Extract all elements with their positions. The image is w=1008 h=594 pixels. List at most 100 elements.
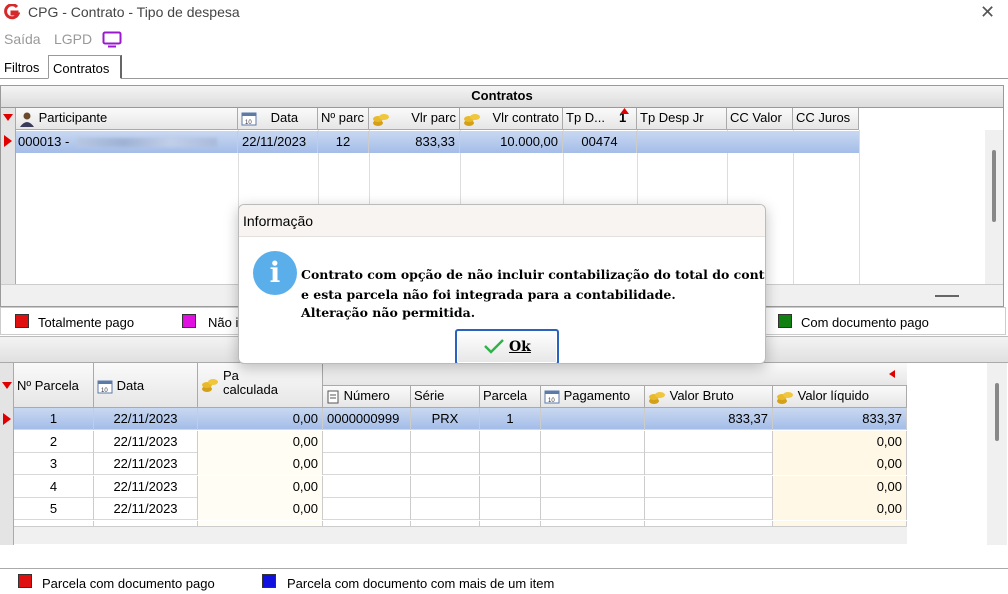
- cell-serie: [411, 453, 480, 475]
- monitor-icon[interactable]: [102, 31, 122, 48]
- cell-numero: 0000000999: [323, 408, 411, 430]
- legend-com-documento-pago: Com documento pago: [801, 315, 929, 330]
- cell-valor-bruto: [645, 475, 773, 498]
- tab-filtros[interactable]: Filtros: [0, 55, 46, 79]
- legend-green-square: [778, 314, 792, 328]
- parcelas-hscrollbar[interactable]: [14, 526, 907, 544]
- col-vlr-parc-label: Vlr parc: [411, 110, 456, 125]
- cell-valor-liquido: 0,00: [773, 498, 907, 520]
- col-calculada[interactable]: Pa calculada: [198, 363, 323, 408]
- coins-icon: [373, 113, 389, 126]
- col-data[interactable]: 10 Data: [238, 108, 318, 130]
- legend-parcela-mais-item: Parcela com documento com mais de um ite…: [287, 576, 555, 591]
- col-participante[interactable]: Participante: [16, 108, 238, 130]
- tab-contratos[interactable]: Contratos: [48, 55, 122, 79]
- cell-serie: [411, 430, 480, 453]
- col-vlr-parc[interactable]: Vlr parc: [369, 108, 460, 130]
- col-pagamento[interactable]: 10 Pagamento: [541, 386, 645, 408]
- cell-n: 2: [14, 430, 94, 453]
- cell-pagamento: [541, 498, 645, 520]
- table-row[interactable]: 3 22/11/2023 0,00 0,00: [14, 453, 907, 475]
- dialog-title: Informação: [243, 213, 314, 229]
- cell-data: 22/11/2023: [94, 475, 198, 498]
- current-row-arrow-icon: [4, 135, 12, 147]
- calendar-icon: 10: [544, 390, 560, 404]
- col-calculada-label: calculada: [223, 382, 278, 397]
- col-tp-d-label: Tp D...: [566, 110, 606, 125]
- svg-text:10: 10: [101, 388, 108, 394]
- table-row[interactable]: 2 22/11/2023 0,00 0,00: [14, 430, 907, 453]
- dialog-message-line2: e esta parcela não foi integrada para a …: [301, 287, 676, 302]
- cell-data: 22/11/2023: [94, 430, 198, 453]
- cell-nparc: 12: [318, 131, 369, 153]
- table-row[interactable]: 5 22/11/2023 0,00 0,00: [14, 498, 907, 520]
- current-row-arrow-icon: [3, 413, 11, 425]
- table-row[interactable]: 000013 - 22/11/2023 12 833,33 10.000,00 …: [16, 131, 859, 153]
- cell-calc: 0,00: [198, 475, 323, 498]
- parcelas-indicator-column: [0, 363, 14, 545]
- person-icon: [20, 112, 34, 127]
- cell-calc: 0,00: [198, 498, 323, 520]
- sort-desc-icon: [2, 382, 12, 389]
- coins-icon: [202, 379, 218, 392]
- col-pagamento-label: Pagamento: [563, 388, 631, 403]
- scroll-thumb[interactable]: [995, 383, 999, 441]
- col-parcela[interactable]: Parcela: [480, 386, 541, 408]
- col-data-label: Data: [270, 110, 299, 125]
- cell-n: 4: [14, 475, 94, 498]
- cell-serie: PRX: [411, 408, 480, 430]
- ok-button-label: Ok: [508, 339, 531, 355]
- col-valor-liquido[interactable]: Valor líquido: [773, 386, 907, 408]
- col-nparcela[interactable]: Nº Parcela: [14, 363, 94, 408]
- cell-pagamento: [541, 430, 645, 453]
- menu-lgpd[interactable]: LGPD: [54, 31, 92, 47]
- contracts-title: Contratos: [1, 86, 1003, 108]
- coins-icon: [777, 391, 793, 404]
- cell-parcela: [480, 475, 541, 498]
- ok-button[interactable]: Ok: [455, 329, 559, 363]
- cell-parcela: [480, 498, 541, 520]
- cell-tp-d: 00474: [563, 131, 637, 153]
- col-cc-juros[interactable]: CC Juros: [793, 108, 859, 130]
- scroll-left-arrow-icon[interactable]: [889, 370, 895, 378]
- legend-bottom: Parcela com documento pago Parcela com d…: [0, 568, 1008, 594]
- info-icon: i: [253, 251, 297, 295]
- close-button[interactable]: ✕: [980, 1, 995, 23]
- cell-n: 5: [14, 498, 94, 520]
- legend-blue-square: [262, 574, 276, 588]
- hscroll-thumb[interactable]: [935, 295, 959, 297]
- table-row[interactable]: 4 22/11/2023 0,00 0,00: [14, 475, 907, 498]
- calendar-icon: 10: [97, 380, 113, 394]
- cell-valor-liquido: 0,00: [773, 430, 907, 453]
- col-numero[interactable]: Número: [323, 386, 411, 408]
- parcelas-vscrollbar[interactable]: [987, 363, 1007, 545]
- calendar-icon: 10: [241, 112, 257, 126]
- cell-data: 22/11/2023: [94, 498, 198, 520]
- checkmark-icon: [484, 338, 504, 354]
- cell-vlr-contrato: 10.000,00: [460, 131, 563, 153]
- cell-n: 3: [14, 453, 94, 475]
- col-cc-valor[interactable]: CC Valor: [727, 108, 793, 130]
- col-tp-d[interactable]: Tp D... 1: [563, 108, 637, 130]
- col-tp-desp-jr[interactable]: Tp Desp Jr: [637, 108, 727, 130]
- contracts-vscrollbar[interactable]: [985, 130, 1003, 284]
- col-valor-bruto[interactable]: Valor Bruto: [645, 386, 773, 408]
- cell-numero: [323, 430, 411, 453]
- col-vlr-contrato[interactable]: Vlr contrato: [460, 108, 563, 130]
- document-icon: [327, 390, 339, 404]
- cell-calc: 0,00: [198, 430, 323, 453]
- col-data[interactable]: 10 Data: [94, 363, 198, 408]
- menu-saida[interactable]: Saída: [4, 31, 41, 47]
- grid-empty-area: [859, 108, 985, 284]
- info-dialog: Informação i Contrato com opção de não i…: [238, 204, 766, 364]
- legend-magenta-square: [182, 314, 196, 328]
- svg-text:10: 10: [245, 120, 252, 126]
- col-nparc[interactable]: Nº parc: [318, 108, 369, 130]
- scroll-thumb[interactable]: [992, 150, 996, 222]
- cell-parcela: [480, 453, 541, 475]
- cell-serie: [411, 475, 480, 498]
- table-row[interactable]: 1 22/11/2023 0,00 0000000999 PRX 1 833,37 833,3…: [14, 408, 907, 430]
- col-serie[interactable]: Série: [411, 386, 480, 408]
- legend-red-square: [18, 574, 32, 588]
- col-participante-label: Participante: [38, 110, 108, 125]
